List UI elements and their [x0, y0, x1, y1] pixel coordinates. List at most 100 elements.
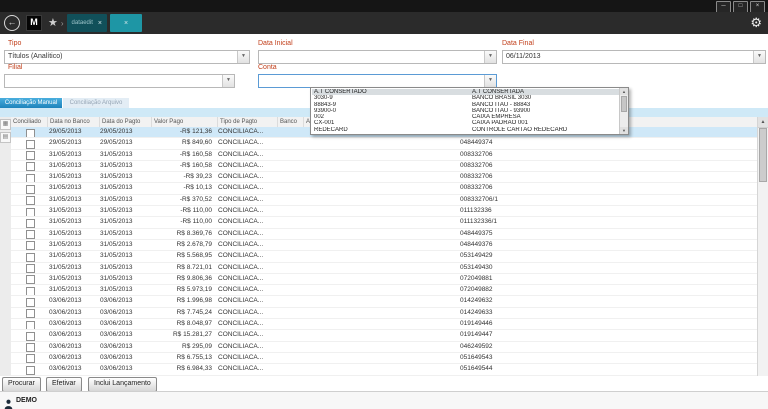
- table-row[interactable]: 31/05/201331/05/2013R$ 8.369,76CONCILIAC…: [11, 229, 758, 240]
- data-do-pagto-cell: 31/05/2013: [98, 206, 149, 216]
- table-row[interactable]: 31/05/201331/05/2013R$ 8.721,01CONCILIAC…: [11, 263, 758, 274]
- conciliado-checkbox[interactable]: [26, 332, 35, 341]
- conciliado-checkbox[interactable]: [26, 366, 35, 375]
- conciliado-checkbox[interactable]: [26, 354, 35, 363]
- toolbar-tab-active[interactable]: ×: [110, 14, 142, 32]
- filial-select[interactable]: ▼: [4, 74, 235, 88]
- data-do-pagto-cell: 31/05/2013: [98, 285, 149, 295]
- tipo-label: Tipo: [8, 40, 21, 47]
- conciliado-checkbox[interactable]: [26, 185, 35, 194]
- valor-pago-cell: -R$ 110,00: [149, 206, 216, 216]
- dropdown-scroll-up-icon[interactable]: ▲: [620, 88, 628, 95]
- column-header-valor-pago[interactable]: Valor Pago: [152, 117, 218, 127]
- conciliado-checkbox[interactable]: [26, 174, 35, 183]
- dropdown-arrow-icon[interactable]: ▼: [222, 75, 234, 87]
- data-final-select[interactable]: 06/11/2013 ▼: [502, 50, 766, 64]
- app-logo-icon[interactable]: M: [26, 15, 42, 31]
- conciliado-checkbox[interactable]: [26, 151, 35, 160]
- conciliado-checkbox[interactable]: [26, 287, 35, 296]
- dropdown-scrollbar-thumb[interactable]: [621, 96, 627, 112]
- hidden-cell: [329, 364, 458, 374]
- toolbar-tab-dataedit[interactable]: dataedit ×: [67, 14, 107, 32]
- table-row[interactable]: 03/06/201303/06/2013R$ 6.984,33CONCILIAC…: [11, 364, 758, 375]
- conciliado-checkbox[interactable]: [26, 309, 35, 318]
- procurar-button[interactable]: Procurar: [2, 377, 41, 392]
- table-row[interactable]: 31/05/201331/05/2013-R$ 160,58CONCILIACA…: [11, 150, 758, 161]
- grid-scrollbar-thumb[interactable]: [759, 128, 767, 182]
- conciliado-cell: [11, 138, 47, 148]
- table-row[interactable]: 03/06/201303/06/2013R$ 7.745,24CONCILIAC…: [11, 308, 758, 319]
- table-row[interactable]: 31/05/201331/05/2013-R$ 39,23CONCILIACA.…: [11, 172, 758, 183]
- conciliado-checkbox[interactable]: [26, 129, 35, 138]
- column-header-tipo-de-pagto[interactable]: Tipo de Pagto: [218, 117, 278, 127]
- banco-cell: [275, 240, 300, 250]
- table-row[interactable]: 31/05/201331/05/2013-R$ 160,58CONCILIACA…: [11, 161, 758, 172]
- table-row[interactable]: 31/05/201331/05/2013R$ 9.806,36CONCILIAC…: [11, 274, 758, 285]
- tab-conciliacao-manual[interactable]: Conciliação Manual: [0, 98, 62, 108]
- column-header-banco[interactable]: Banco: [278, 117, 304, 127]
- data-do-pagto-cell: 31/05/2013: [98, 263, 149, 273]
- conciliado-checkbox[interactable]: [26, 264, 35, 273]
- tab-conciliacao-arquivo[interactable]: Conciliação Arquivo: [63, 98, 129, 108]
- conciliado-checkbox[interactable]: [26, 321, 35, 330]
- table-row[interactable]: 03/06/201303/06/2013R$ 8.048,97CONCILIAC…: [11, 319, 758, 330]
- grid-tool-icon[interactable]: ▦: [0, 119, 11, 130]
- table-row[interactable]: 29/05/201329/05/2013R$ 849,60CONCILIACA.…: [11, 138, 758, 149]
- conciliado-checkbox[interactable]: [26, 253, 35, 262]
- dropdown-scrollbar[interactable]: ▲ ▼: [619, 88, 628, 134]
- dropdown-arrow-icon[interactable]: ▼: [237, 51, 249, 63]
- dropdown-arrow-icon[interactable]: ▼: [484, 51, 496, 63]
- valor-pago-cell: R$ 5.568,95: [149, 251, 216, 261]
- hidden-cell: [329, 274, 458, 284]
- conciliado-checkbox[interactable]: [26, 219, 35, 228]
- table-row[interactable]: 31/05/201331/05/2013R$ 5.973,19CONCILIAC…: [11, 285, 758, 296]
- table-row[interactable]: 31/05/201331/05/2013-R$ 10,13CONCILIACA.…: [11, 183, 758, 194]
- conta-select[interactable]: ▼: [258, 74, 497, 88]
- gear-icon[interactable]: ⚙: [750, 15, 762, 31]
- documento-cell: 019149446: [458, 319, 493, 329]
- grid-scroll-up-icon[interactable]: ▲: [758, 117, 768, 128]
- dropdown-arrow-icon[interactable]: ▼: [753, 51, 765, 63]
- efetivar-button[interactable]: Efetivar: [46, 377, 82, 392]
- tab-close-icon[interactable]: ×: [124, 20, 128, 27]
- banco-cell: [275, 161, 300, 171]
- conciliado-cell: [11, 319, 47, 329]
- tab-close-icon[interactable]: ×: [98, 20, 102, 27]
- table-row[interactable]: 03/06/201303/06/2013R$ 6.755,13CONCILIAC…: [11, 353, 758, 364]
- column-header-data-no-banco[interactable]: Data no Banco: [48, 117, 100, 127]
- conciliado-cell: [11, 342, 47, 352]
- documento-cell: 048449375: [458, 229, 493, 239]
- conta-dropdown-panel: A.T CONSERTADOA.T CONSERTADA3030-9BANCO …: [310, 87, 629, 135]
- inclui-lancamento-button[interactable]: Inclui Lançamento: [88, 377, 157, 392]
- table-row[interactable]: 31/05/201331/05/2013-R$ 110,00CONCILIACA…: [11, 206, 758, 217]
- column-header-conciliado[interactable]: Conciliado: [11, 117, 48, 127]
- conciliado-checkbox[interactable]: [26, 230, 35, 239]
- table-row[interactable]: 31/05/201331/05/2013R$ 2.678,79CONCILIAC…: [11, 240, 758, 251]
- table-row[interactable]: 31/05/201331/05/2013-R$ 370,52CONCILIACA…: [11, 195, 758, 206]
- dropdown-scroll-down-icon[interactable]: ▼: [620, 127, 628, 134]
- conciliado-checkbox[interactable]: [26, 162, 35, 171]
- conciliado-checkbox[interactable]: [26, 140, 35, 149]
- tipo-select[interactable]: Títulos (Analítico) ▼: [4, 50, 250, 64]
- dropdown-arrow-icon[interactable]: ▼: [484, 75, 496, 87]
- data-inicial-select[interactable]: ▼: [258, 50, 497, 64]
- grid-vertical-scrollbar[interactable]: ▲: [757, 117, 768, 376]
- table-row[interactable]: 03/06/201303/06/2013R$ 15.281,27CONCILIA…: [11, 330, 758, 341]
- conciliado-checkbox[interactable]: [26, 275, 35, 284]
- favorites-star-icon[interactable]: ★: [48, 18, 58, 29]
- conciliado-checkbox[interactable]: [26, 196, 35, 205]
- table-row[interactable]: 03/06/201303/06/2013R$ 1.996,98CONCILIAC…: [11, 296, 758, 307]
- table-row[interactable]: 03/06/201303/06/2013R$ 295,09CONCILIACA.…: [11, 342, 758, 353]
- banco-cell: [275, 138, 300, 148]
- conciliado-checkbox[interactable]: [26, 241, 35, 250]
- back-icon[interactable]: ←: [4, 15, 20, 31]
- table-row[interactable]: 31/05/201331/05/2013R$ 5.568,95CONCILIAC…: [11, 251, 758, 262]
- grid-rows-icon[interactable]: ▤: [0, 132, 11, 143]
- documento-cell: 019149447: [458, 330, 493, 340]
- table-row[interactable]: 31/05/201331/05/2013-R$ 110,00CONCILIACA…: [11, 217, 758, 228]
- conciliado-checkbox[interactable]: [26, 208, 35, 217]
- column-header-data-do-pagto[interactable]: Data do Pagto: [100, 117, 152, 127]
- conciliado-checkbox[interactable]: [26, 298, 35, 307]
- conciliado-checkbox[interactable]: [26, 343, 35, 352]
- conta-dropdown-item[interactable]: REDECARDCONTROLE CARTÃO REDECARD: [312, 127, 619, 133]
